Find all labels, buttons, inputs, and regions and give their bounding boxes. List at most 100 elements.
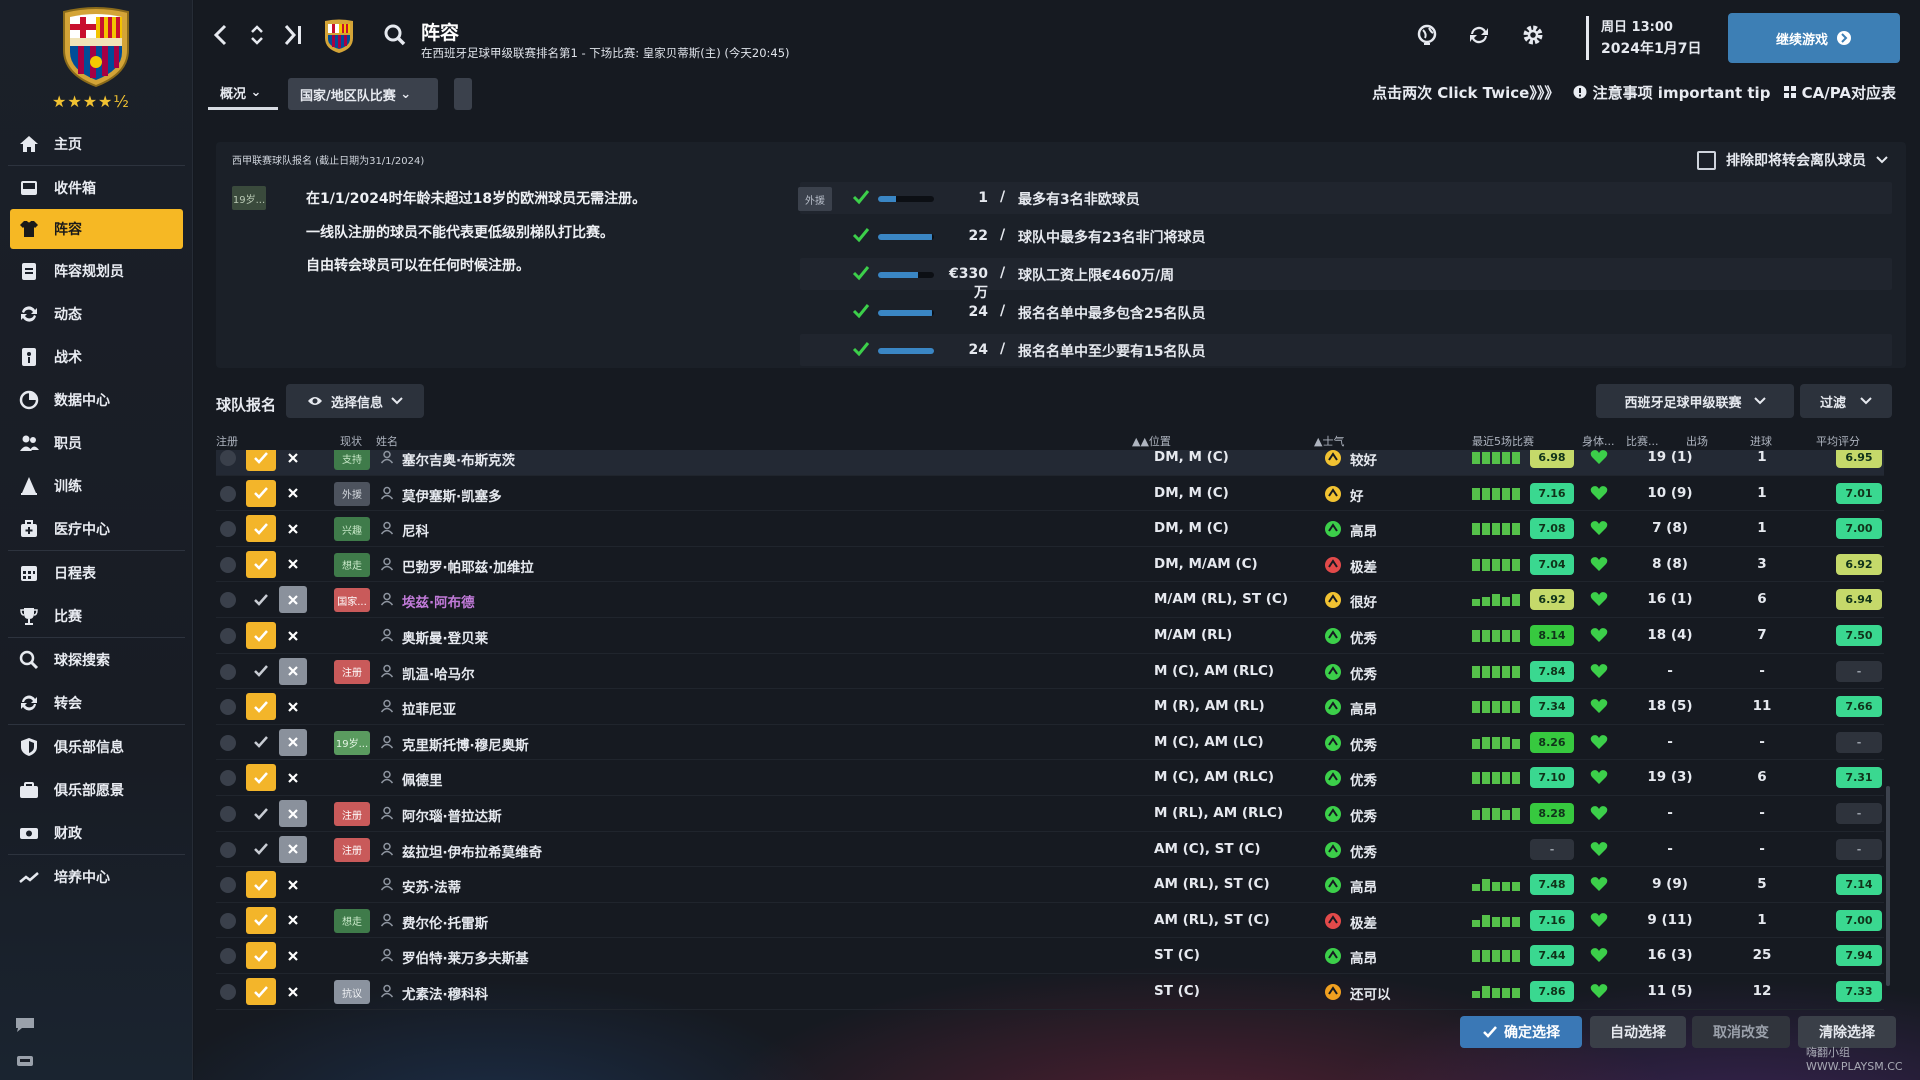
table-row[interactable]: 安苏·法蒂 AM (RL), ST (C) 高昂 7.48 9 (9) 5 7.14 — [216, 867, 1884, 903]
sidebar-item-club-vision[interactable]: 俱乐部愿景 — [0, 768, 193, 811]
keyboard-icon[interactable] — [14, 1052, 36, 1070]
table-row[interactable]: 注册 兹拉坦·伊布拉希莫维奇 AM (C), ST (C) 优秀 - - - - — [216, 832, 1884, 868]
sidebar-item-training[interactable]: 训练 — [0, 464, 193, 507]
register-radio[interactable] — [220, 877, 236, 894]
status-badge[interactable]: 支持 — [334, 450, 370, 470]
click-twice-link[interactable]: 点击两次 Click Twice》》》 — [1372, 82, 1559, 103]
col-header-recent-form[interactable]: 最近5场比赛 — [1472, 433, 1534, 449]
sidebar-item-staff[interactable]: 职员 — [0, 421, 193, 464]
back-icon[interactable] — [208, 22, 234, 48]
register-radio[interactable] — [220, 485, 236, 502]
include-toggle[interactable] — [246, 978, 276, 1005]
sidebar-item-medical[interactable]: 医疗中心 — [0, 507, 193, 550]
include-toggle[interactable] — [246, 764, 276, 792]
exclude-toggle[interactable] — [279, 728, 307, 756]
player-name[interactable]: 巴勃罗·帕耶兹·加维拉 — [402, 556, 534, 576]
exclude-toggle[interactable] — [279, 622, 307, 649]
table-row[interactable]: 想走 费尔伦·托雷斯 AM (RL), ST (C) 极差 7.16 9 (11) 1 7.0… — [216, 903, 1884, 939]
table-row[interactable]: 19岁... 克里斯托博·穆尼奥斯 M (C), AM (LC) 优秀 8.26 - - - — [216, 725, 1884, 761]
sidebar-item-club-info[interactable]: 俱乐部信息 — [0, 725, 193, 768]
chat-icon[interactable] — [14, 1016, 36, 1034]
include-toggle[interactable] — [246, 515, 276, 543]
include-toggle[interactable] — [246, 729, 276, 756]
status-badge[interactable]: 想走 — [334, 908, 370, 933]
club-badge-icon[interactable] — [322, 18, 356, 54]
search-icon[interactable] — [382, 22, 408, 48]
include-toggle[interactable] — [246, 586, 276, 613]
include-toggle[interactable] — [246, 693, 276, 721]
col-header-position[interactable]: ▲▲位置 — [1132, 433, 1171, 449]
player-name[interactable]: 安苏·法蒂 — [402, 876, 461, 896]
sidebar-item-tactics[interactable]: 战术 — [0, 335, 193, 378]
table-row[interactable]: 拉菲尼亚 M (R), AM (RL) 高昂 7.34 18 (5) 11 7.66 — [216, 689, 1884, 725]
col-header-fitness[interactable]: 身体... — [1582, 433, 1615, 449]
filter-dropdown[interactable]: 过滤 — [1800, 384, 1892, 418]
include-toggle[interactable] — [246, 836, 276, 863]
player-name[interactable]: 费尔伦·托雷斯 — [402, 912, 488, 932]
col-header-status[interactable]: 现状 — [340, 433, 362, 449]
player-name[interactable]: 尤素法·穆科科 — [402, 983, 488, 1003]
include-toggle[interactable] — [246, 800, 276, 827]
col-header-morale[interactable]: ▲士气 — [1314, 433, 1344, 449]
include-toggle[interactable] — [246, 550, 276, 578]
exclude-toggle[interactable] — [279, 978, 307, 1005]
up-down-icon[interactable] — [244, 22, 270, 48]
register-radio[interactable] — [220, 450, 236, 466]
register-radio[interactable] — [220, 841, 236, 858]
sidebar-item-squad-planner[interactable]: 阵容规划员 — [0, 249, 193, 292]
include-toggle[interactable] — [246, 906, 276, 934]
table-row[interactable]: 外援 莫伊塞斯·凯塞多 DM, M (C) 好 7.16 10 (9) 1 7.01 — [216, 476, 1884, 512]
exclude-toggle[interactable] — [279, 871, 307, 898]
capa-table-link[interactable]: CA/PA对应表 — [1784, 82, 1896, 103]
table-row[interactable]: 注册 凯温·哈马尔 M (C), AM (RLC) 优秀 7.84 - - - — [216, 654, 1884, 690]
table-row[interactable]: 罗伯特·莱万多夫斯基 ST (C) 高昂 7.44 16 (3) 25 7.94 — [216, 938, 1884, 974]
status-badge[interactable]: 外援 — [334, 481, 370, 506]
sidebar-item-dynamics[interactable]: 动态 — [0, 292, 193, 335]
register-radio[interactable] — [220, 806, 236, 822]
exclude-toggle[interactable] — [279, 835, 307, 863]
world-icon[interactable] — [1414, 22, 1440, 48]
status-badge[interactable]: 注册 — [334, 837, 370, 862]
table-row[interactable]: 想走 巴勃罗·帕耶兹·加维拉 DM, M/AM (C) 极差 7.04 8 (8) 3 6.9… — [216, 547, 1884, 583]
table-row[interactable]: 注册 阿尔瑙·普拉达斯 M (RL), AM (RLC) 优秀 8.28 - - - — [216, 796, 1884, 832]
player-name[interactable]: 克里斯托博·穆尼奥斯 — [402, 734, 529, 754]
register-radio[interactable] — [220, 770, 236, 787]
confirm-selection-button[interactable]: 确定选择 — [1460, 1016, 1582, 1048]
skip-forward-icon[interactable] — [280, 22, 306, 48]
continue-button[interactable]: 继续游戏 — [1728, 13, 1900, 63]
tab-overview[interactable]: 概况 ⌄ — [208, 78, 278, 110]
exclude-toggle[interactable] — [279, 450, 307, 471]
player-name[interactable]: 奥斯曼·登贝莱 — [402, 627, 488, 647]
exclude-toggle[interactable] — [279, 480, 307, 507]
col-header-goals[interactable]: 进球 — [1750, 433, 1772, 449]
important-tip-link[interactable]: 注意事项 important tip — [1573, 82, 1770, 103]
include-toggle[interactable] — [246, 658, 276, 685]
table-row[interactable]: 兴趣 尼科 DM, M (C) 高昂 7.08 7 (8) 1 7.00 — [216, 511, 1884, 547]
sidebar-item-transfers[interactable]: 转会 — [0, 681, 193, 724]
status-badge[interactable]: 注册 — [334, 659, 370, 684]
col-header-avg-rating[interactable]: 平均评分 — [1816, 433, 1860, 449]
refresh-icon[interactable] — [1466, 22, 1492, 48]
register-radio[interactable] — [220, 984, 236, 1000]
player-name[interactable]: 埃兹·阿布德 — [402, 591, 475, 611]
exclude-toggle[interactable] — [279, 586, 307, 614]
player-name[interactable]: 拉菲尼亚 — [402, 698, 456, 718]
table-row[interactable]: 支持 塞尔吉奥·布斯克茨 DM, M (C) 较好 6.98 19 (1) 1 6.95 — [216, 450, 1884, 476]
player-name[interactable]: 塞尔吉奥·布斯克茨 — [402, 450, 515, 469]
include-toggle[interactable] — [246, 622, 276, 649]
tab-more[interactable] — [454, 78, 472, 110]
exclude-toggle[interactable] — [279, 764, 307, 791]
exclude-toggle[interactable] — [279, 693, 307, 720]
sidebar-item-squad[interactable]: 阵容 — [10, 209, 183, 249]
register-radio[interactable] — [220, 699, 236, 716]
sidebar-item-finances[interactable]: 财政 — [0, 811, 193, 854]
status-badge[interactable]: 19岁... — [334, 730, 370, 755]
player-name[interactable]: 兹拉坦·伊布拉希莫维奇 — [402, 841, 542, 861]
table-row[interactable]: 国家... 埃兹·阿布德 M/AM (RL), ST (C) 很好 6.92 16 (1)… — [216, 582, 1884, 618]
player-name[interactable]: 佩德里 — [402, 769, 443, 789]
status-badge[interactable]: 兴趣 — [334, 517, 370, 542]
include-toggle[interactable] — [246, 942, 276, 970]
status-badge[interactable]: 抗议 — [334, 980, 370, 1004]
exclude-toggle[interactable] — [279, 551, 307, 578]
cancel-changes-button[interactable]: 取消改变 — [1692, 1016, 1790, 1048]
